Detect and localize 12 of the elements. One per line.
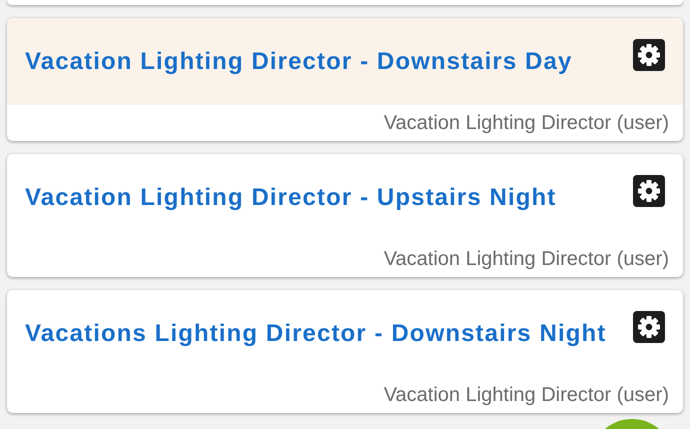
app-title[interactable]: Vacations Lighting Director - Downstairs Night [25, 320, 606, 348]
card-header[interactable]: Vacations Lighting Director - Downstairs Night [7, 290, 683, 377]
app-title[interactable]: Vacation Lighting Director - Upstairs Night [25, 184, 556, 212]
app-type-label: Vacation Lighting Director (user) [384, 384, 669, 406]
settings-icon[interactable] [633, 310, 665, 342]
card-header[interactable]: Vacation Lighting Director - Upstairs Night [7, 154, 683, 241]
settings-icon[interactable] [633, 174, 665, 206]
app-title[interactable]: Vacation Lighting Director - Downstairs Day [25, 48, 572, 76]
app-type-label: Vacation Lighting Director (user) [384, 112, 669, 134]
settings-icon[interactable] [633, 38, 665, 70]
app-type-label: Vacation Lighting Director (user) [384, 248, 669, 270]
card-header[interactable]: Vacation Lighting Director - Downstairs Day [7, 18, 683, 105]
